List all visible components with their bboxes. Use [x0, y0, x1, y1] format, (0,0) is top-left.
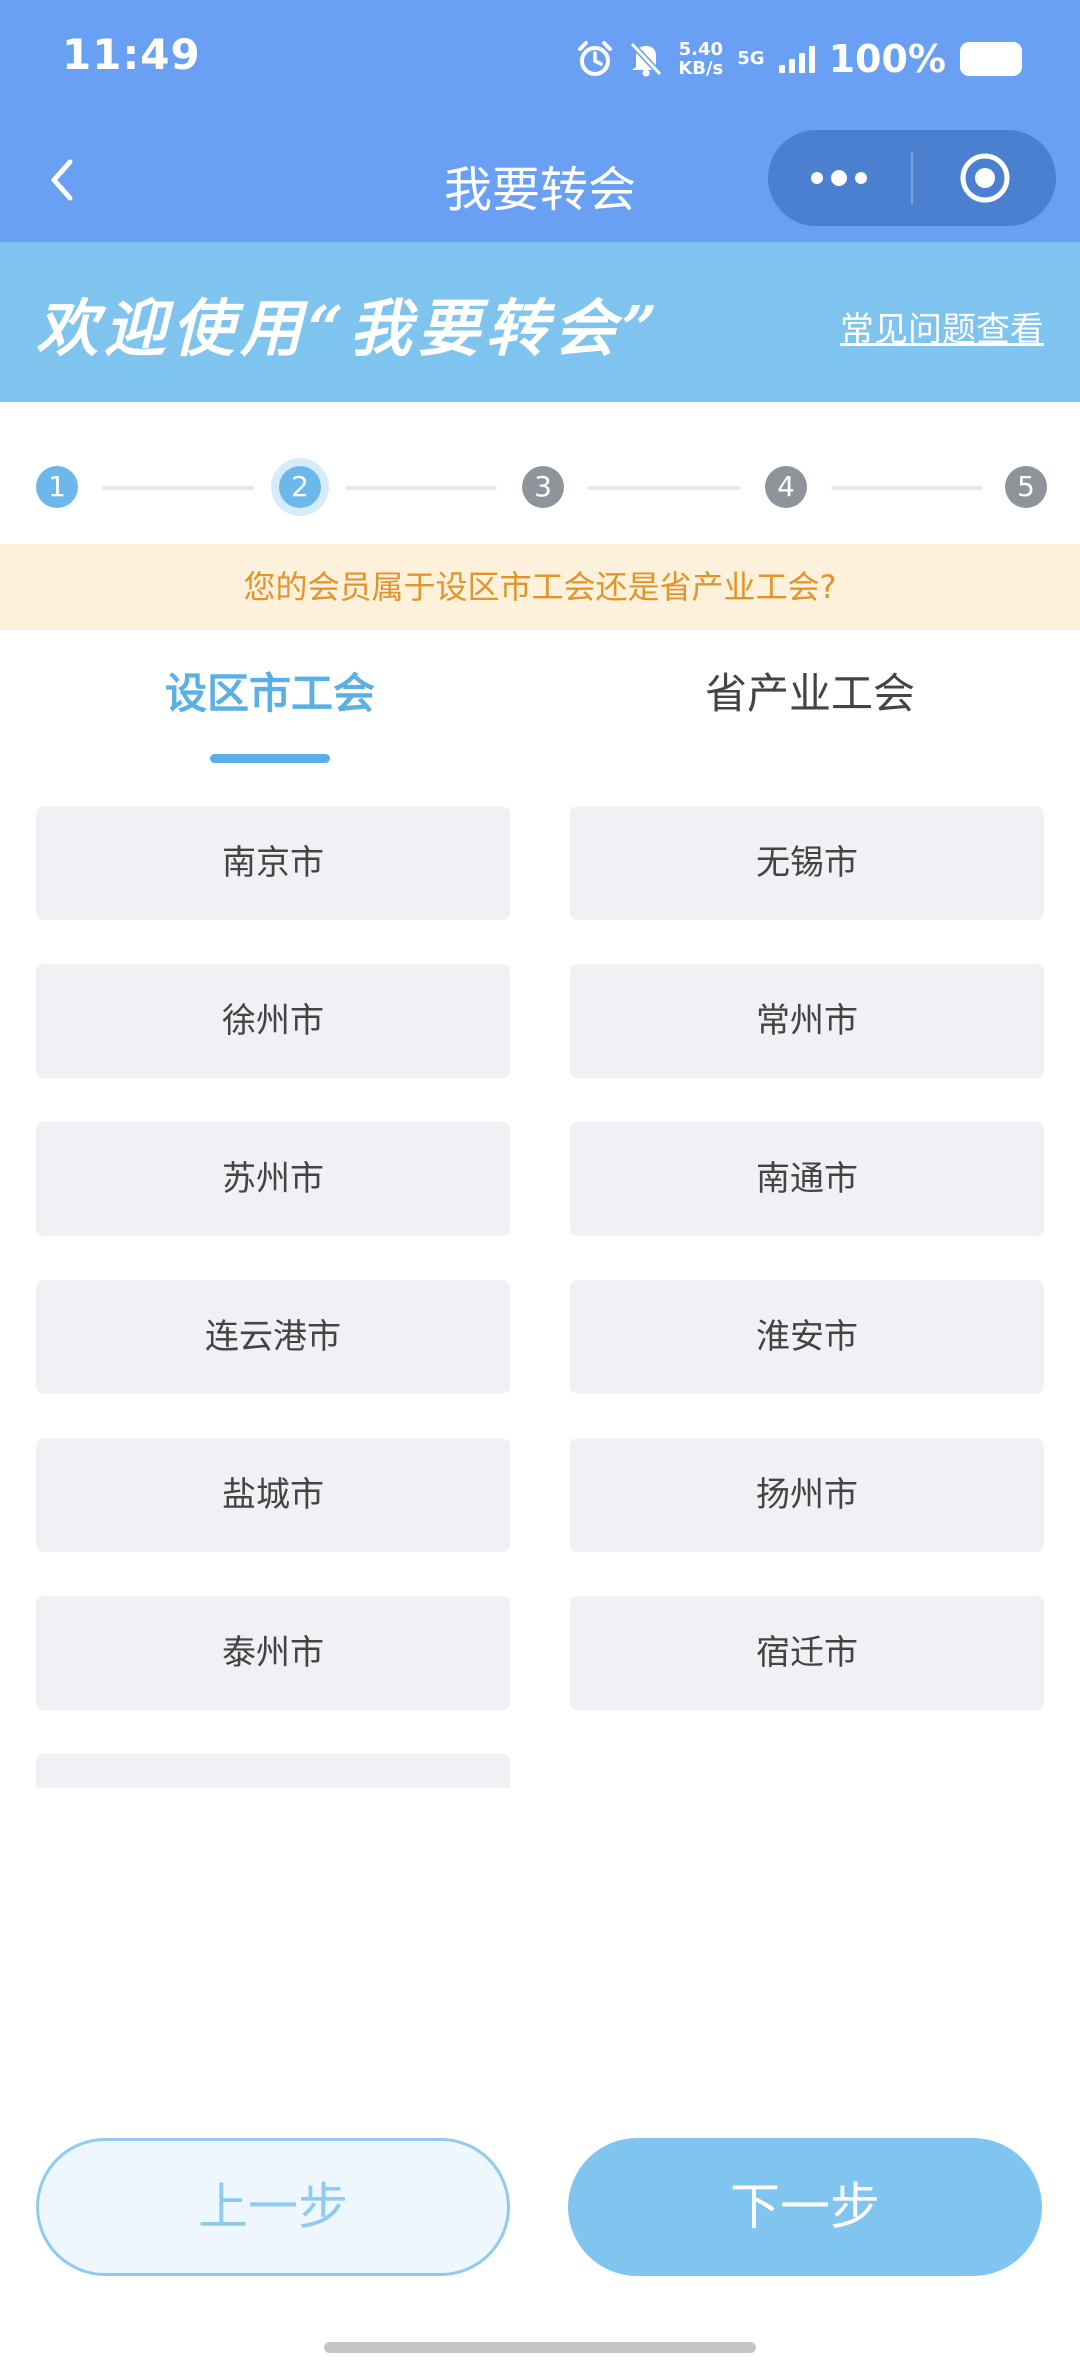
active-tab-indicator	[210, 754, 330, 763]
status-bar: 11:49 5.40 KB/s 5G 100%	[0, 0, 1080, 120]
network-speed: 5.40 KB/s	[678, 40, 723, 78]
step-connector	[102, 486, 254, 490]
city-option-suzhou[interactable]: 苏州市	[36, 1122, 510, 1236]
home-indicator[interactable]	[324, 2342, 756, 2353]
status-icons: 5.40 KB/s 5G 100%	[576, 34, 1022, 84]
battery-icon	[960, 42, 1022, 76]
question-prompt: 您的会员属于设区市工会还是省产业工会?	[0, 544, 1080, 630]
network-type: 5G	[737, 50, 764, 68]
faq-link[interactable]: 常见问题查看	[840, 302, 1044, 351]
step-3: 3	[522, 466, 564, 508]
city-option-suqian[interactable]: 宿迁市	[570, 1596, 1044, 1710]
battery-percent: 100%	[828, 37, 946, 81]
target-circle-icon	[960, 153, 1009, 203]
step-connector	[345, 486, 497, 490]
city-option-lianyungang[interactable]: 连云港市	[36, 1280, 510, 1394]
city-option-changzhou[interactable]: 常州市	[570, 964, 1044, 1078]
step-4: 4	[765, 466, 807, 508]
city-option-xuzhou[interactable]: 徐州市	[36, 964, 510, 1078]
mute-icon	[630, 41, 663, 77]
close-mini-program-button[interactable]	[913, 130, 1056, 226]
network-label: 5G	[737, 48, 765, 69]
city-option-nanjing[interactable]: 南京市	[36, 806, 510, 920]
city-option-partial[interactable]	[36, 1754, 510, 1788]
tab-provincial-industry-union[interactable]: 省产业工会	[540, 660, 1080, 721]
more-dots-icon	[811, 170, 867, 186]
status-time: 11:49	[62, 30, 201, 79]
step-2: 2	[279, 466, 321, 508]
step-connector	[831, 486, 983, 490]
city-option-taizhou[interactable]: 泰州市	[36, 1596, 510, 1710]
city-option-huaian[interactable]: 淮安市	[570, 1280, 1044, 1394]
banner-welcome-text: 欢迎使用“我要转会”	[36, 292, 664, 365]
speed-unit: KB/s	[678, 58, 724, 79]
city-option-wuxi[interactable]: 无锡市	[570, 806, 1044, 920]
mini-program-capsule	[768, 130, 1056, 226]
city-option-yangzhou[interactable]: 扬州市	[570, 1438, 1044, 1552]
nav-bar: 我要转会	[0, 120, 1080, 242]
tab-city-union[interactable]: 设区市工会	[0, 660, 540, 721]
speed-value: 5.40	[678, 39, 723, 60]
welcome-banner: 欢迎使用“我要转会” 常见问题查看	[0, 242, 1080, 402]
more-button[interactable]	[768, 130, 910, 226]
progress-stepper: 1 2 3 4 5	[0, 442, 1080, 532]
previous-step-button[interactable]: 上一步	[36, 2138, 510, 2276]
next-step-button[interactable]: 下一步	[568, 2138, 1042, 2276]
step-5: 5	[1005, 466, 1047, 508]
signal-icon	[778, 45, 815, 73]
step-connector	[588, 486, 740, 490]
step-1: 1	[36, 466, 78, 508]
alarm-icon	[578, 41, 613, 76]
city-option-yancheng[interactable]: 盐城市	[36, 1438, 510, 1552]
city-option-nantong[interactable]: 南通市	[570, 1122, 1044, 1236]
